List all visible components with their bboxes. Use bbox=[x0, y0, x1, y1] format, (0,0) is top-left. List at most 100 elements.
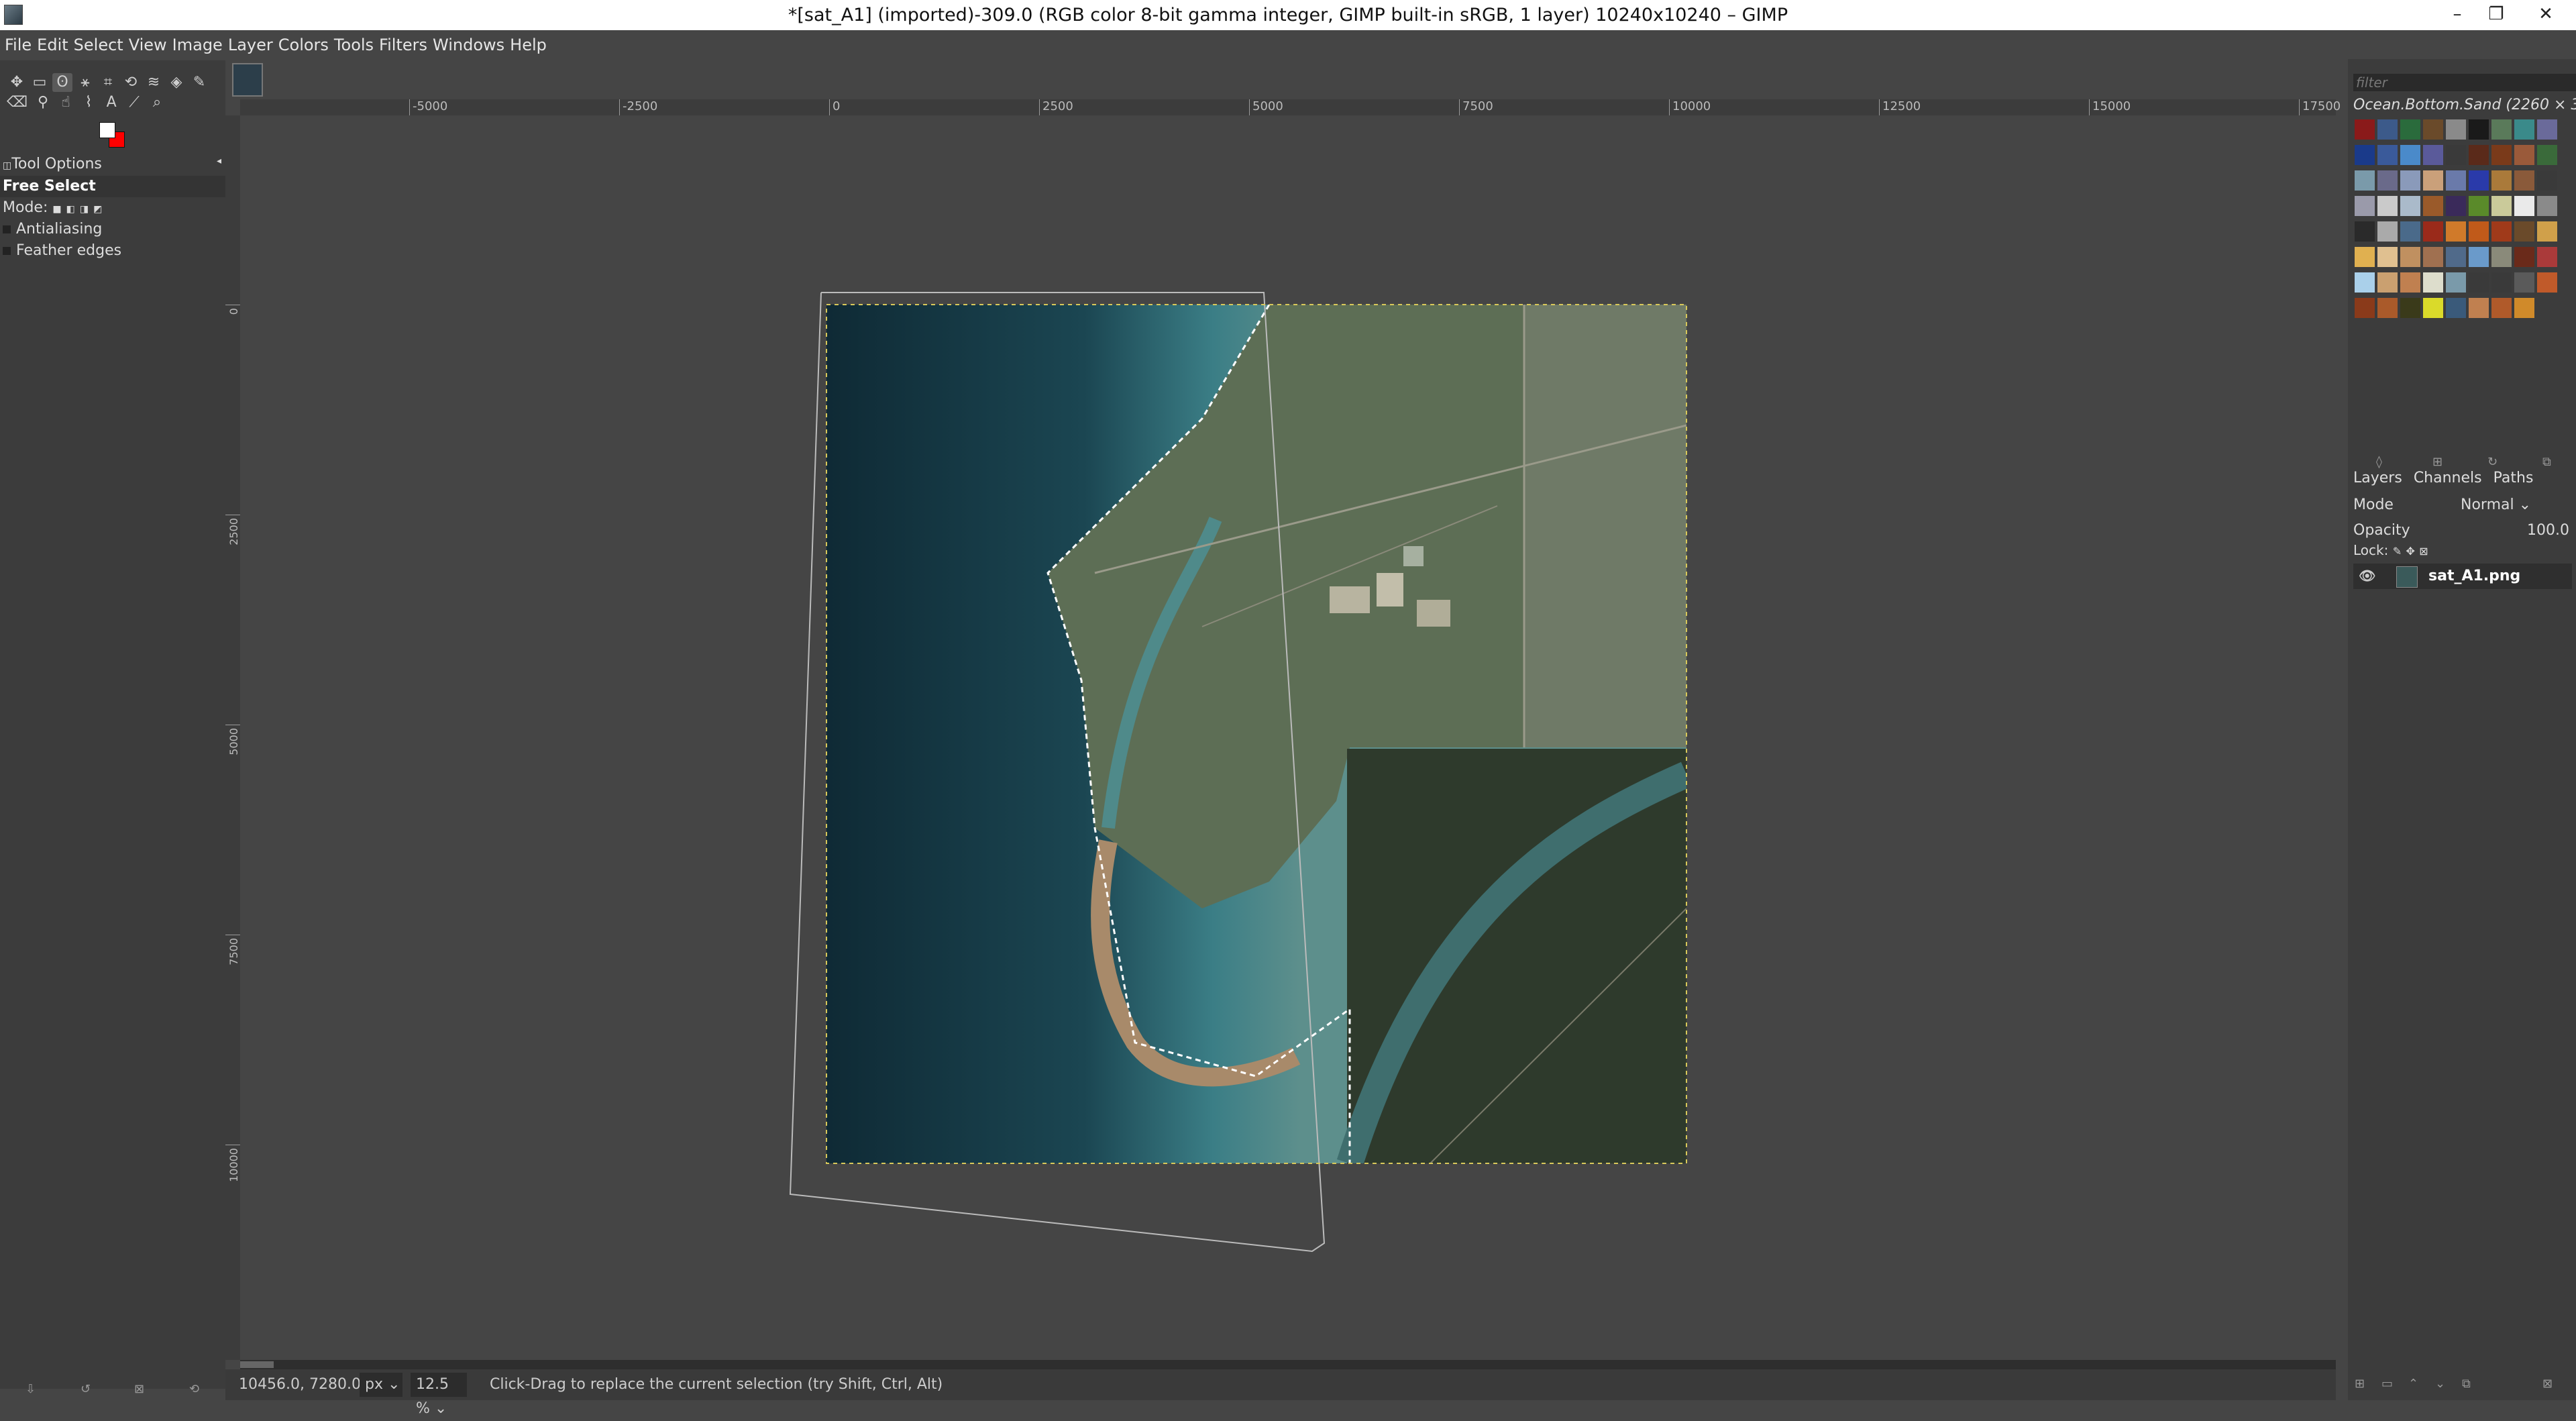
pattern-swatch[interactable] bbox=[2514, 272, 2534, 293]
pattern-swatch[interactable] bbox=[2423, 272, 2443, 293]
bucket-fill-tool-icon[interactable]: ◈ bbox=[166, 73, 186, 92]
image-canvas[interactable] bbox=[240, 115, 2336, 1360]
pattern-swatch[interactable] bbox=[2446, 298, 2466, 318]
pattern-swatch[interactable] bbox=[2537, 196, 2557, 216]
pattern-swatch[interactable] bbox=[2514, 298, 2534, 318]
pattern-swatch[interactable] bbox=[2514, 196, 2534, 216]
pattern-swatch[interactable] bbox=[2446, 145, 2466, 165]
new-layer-icon[interactable]: ⊞ bbox=[2355, 1377, 2365, 1391]
patterns-grid[interactable] bbox=[2353, 118, 2568, 373]
pattern-swatch[interactable] bbox=[2469, 247, 2489, 267]
crop-tool-icon[interactable]: ⌗ bbox=[98, 73, 118, 92]
menu-image[interactable]: Image bbox=[170, 30, 225, 60]
pattern-swatch[interactable] bbox=[2491, 196, 2512, 216]
pattern-swatch[interactable] bbox=[2377, 145, 2398, 165]
pattern-swatch[interactable] bbox=[2469, 272, 2489, 293]
horizontal-ruler[interactable]: -5000 -2500 0 2500 5000 7500 10000 12500… bbox=[240, 99, 2341, 116]
pattern-swatch[interactable] bbox=[2423, 145, 2443, 165]
pattern-swatch[interactable] bbox=[2400, 170, 2420, 191]
pattern-swatch[interactable] bbox=[2537, 170, 2557, 191]
reset-tool-icon[interactable]: ⟲ bbox=[189, 1382, 199, 1396]
menu-tools[interactable]: Tools bbox=[331, 30, 376, 60]
menu-colors[interactable]: Colors bbox=[276, 30, 331, 60]
mode-subtract-icon[interactable]: ◨ bbox=[80, 204, 89, 215]
pattern-swatch[interactable] bbox=[2400, 298, 2420, 318]
zoom-tool-icon[interactable]: ⌕ bbox=[147, 93, 167, 112]
pattern-swatch[interactable] bbox=[2491, 119, 2512, 140]
fuzzy-select-tool-icon[interactable]: ⚹ bbox=[75, 73, 95, 92]
smudge-tool-icon[interactable]: ☝ bbox=[56, 93, 76, 112]
maximize-button[interactable]: ❐ bbox=[2477, 0, 2516, 30]
pattern-swatch[interactable] bbox=[2423, 119, 2443, 140]
image-tab-thumbnail[interactable] bbox=[232, 63, 263, 97]
feather-checkbox[interactable] bbox=[3, 247, 11, 255]
pattern-swatch[interactable] bbox=[2355, 272, 2375, 293]
pattern-swatch[interactable] bbox=[2491, 170, 2512, 191]
menu-view[interactable]: View bbox=[126, 30, 170, 60]
scrollbar-thumb[interactable] bbox=[240, 1361, 274, 1368]
warp-tool-icon[interactable]: ≋ bbox=[144, 73, 164, 92]
pattern-swatch[interactable] bbox=[2537, 119, 2557, 140]
tab-channels[interactable]: Channels bbox=[2414, 470, 2482, 486]
eraser-tool-icon[interactable]: ⌫ bbox=[7, 93, 28, 112]
pattern-swatch[interactable] bbox=[2400, 272, 2420, 293]
pattern-swatch[interactable] bbox=[2423, 196, 2443, 216]
pattern-swatch[interactable] bbox=[2377, 221, 2398, 242]
pattern-filter-input[interactable]: filter bbox=[2353, 74, 2576, 91]
pattern-swatch[interactable] bbox=[2537, 145, 2557, 165]
clone-tool-icon[interactable]: ⚲ bbox=[33, 93, 53, 112]
antialiasing-row[interactable]: Antialiasing bbox=[0, 219, 225, 240]
pattern-swatch[interactable] bbox=[2355, 247, 2375, 267]
zoom-select[interactable]: 12.5 % ⌄ bbox=[411, 1373, 467, 1417]
pattern-swatch[interactable] bbox=[2400, 119, 2420, 140]
pattern-swatch[interactable] bbox=[2469, 119, 2489, 140]
unit-select[interactable]: px ⌄ bbox=[360, 1373, 402, 1397]
pattern-swatch[interactable] bbox=[2423, 298, 2443, 318]
opacity-row[interactable]: Opacity 100.0 bbox=[2353, 522, 2572, 539]
edit-pattern-icon[interactable]: ◊ bbox=[2376, 455, 2382, 469]
delete-tool-preset-icon[interactable]: ⊠ bbox=[134, 1382, 144, 1396]
pattern-swatch[interactable] bbox=[2355, 196, 2375, 216]
pattern-swatch[interactable] bbox=[2537, 221, 2557, 242]
pattern-swatch[interactable] bbox=[2491, 247, 2512, 267]
antialiasing-checkbox[interactable] bbox=[3, 225, 11, 233]
pattern-swatch[interactable] bbox=[2491, 272, 2512, 293]
visibility-eye-icon[interactable]: 👁 bbox=[2359, 568, 2375, 584]
pattern-swatch[interactable] bbox=[2469, 196, 2489, 216]
pattern-swatch[interactable] bbox=[2446, 221, 2466, 242]
pattern-swatch[interactable] bbox=[2400, 196, 2420, 216]
pattern-swatch[interactable] bbox=[2400, 247, 2420, 267]
pattern-swatch[interactable] bbox=[2377, 247, 2398, 267]
pattern-swatch[interactable] bbox=[2446, 119, 2466, 140]
pattern-swatch[interactable] bbox=[2446, 247, 2466, 267]
horizontal-scrollbar[interactable] bbox=[240, 1360, 2336, 1369]
menu-edit[interactable]: Edit bbox=[34, 30, 70, 60]
menu-help[interactable]: Help bbox=[507, 30, 549, 60]
lower-layer-icon[interactable]: ⌄ bbox=[2435, 1377, 2445, 1391]
free-select-tool-icon[interactable]: ʘ bbox=[52, 73, 72, 92]
tab-layers[interactable]: Layers bbox=[2353, 470, 2402, 486]
duplicate-layer-icon[interactable]: ⧉ bbox=[2462, 1377, 2471, 1391]
foreground-color-swatch[interactable] bbox=[99, 122, 115, 138]
paintbrush-tool-icon[interactable]: ✎ bbox=[189, 73, 209, 92]
pattern-swatch[interactable] bbox=[2446, 170, 2466, 191]
save-tool-preset-icon[interactable]: ⇩ bbox=[25, 1382, 36, 1396]
new-pattern-icon[interactable]: ⊞ bbox=[2432, 455, 2443, 469]
mode-replace-icon[interactable]: ■ bbox=[52, 204, 61, 215]
delete-layer-icon[interactable]: ⊠ bbox=[2542, 1377, 2553, 1391]
lock-pixels-icon[interactable]: ✎ bbox=[2393, 545, 2402, 558]
pattern-swatch[interactable] bbox=[2514, 119, 2534, 140]
opacity-value[interactable]: 100.0 bbox=[2527, 522, 2569, 539]
pattern-swatch[interactable] bbox=[2491, 221, 2512, 242]
unified-transform-tool-icon[interactable]: ⟲ bbox=[121, 73, 141, 92]
lock-position-icon[interactable]: ✥ bbox=[2406, 545, 2414, 558]
pattern-swatch[interactable] bbox=[2355, 119, 2375, 140]
pattern-swatch[interactable] bbox=[2446, 196, 2466, 216]
pattern-swatch[interactable] bbox=[2377, 119, 2398, 140]
minimize-button[interactable]: – bbox=[2438, 0, 2477, 30]
lock-alpha-icon[interactable]: ⊠ bbox=[2419, 545, 2428, 558]
open-pattern-icon[interactable]: ⧉ bbox=[2542, 455, 2551, 469]
pattern-swatch[interactable] bbox=[2355, 145, 2375, 165]
pattern-swatch[interactable] bbox=[2537, 247, 2557, 267]
pattern-swatch[interactable] bbox=[2514, 247, 2534, 267]
